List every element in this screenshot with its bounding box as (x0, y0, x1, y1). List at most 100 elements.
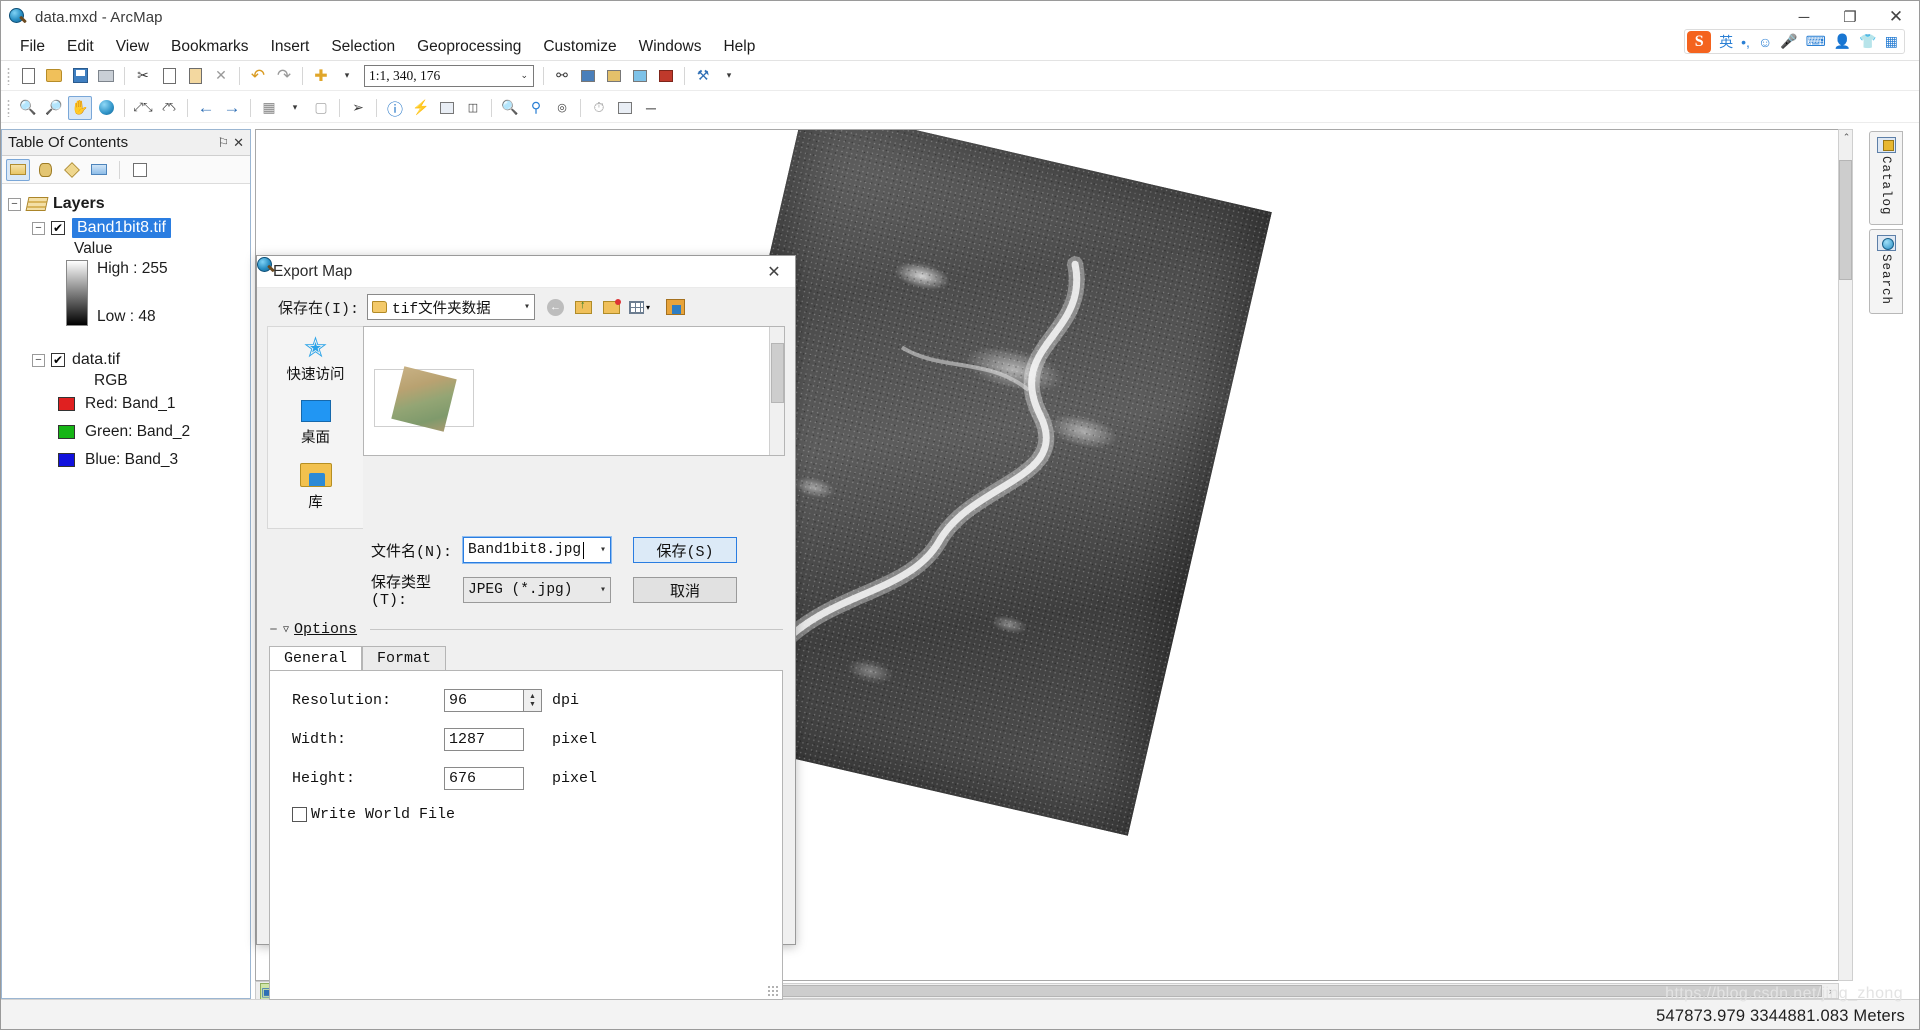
list-by-drawing-order-icon[interactable] (6, 159, 30, 181)
menu-view[interactable]: View (105, 35, 160, 59)
save-in-combo[interactable]: tif文件夹数据 ▾ (367, 294, 535, 320)
resolution-stepper[interactable]: ▲▼ (524, 689, 542, 712)
toolbar-overflow-icon[interactable]: ─ (639, 96, 663, 120)
hyperlink-icon[interactable]: ⚡ (409, 96, 433, 120)
pin-icon[interactable]: ⚐ (217, 135, 229, 151)
go-next-extent-icon[interactable]: → (220, 96, 244, 120)
menu-selection[interactable]: Selection (320, 35, 406, 59)
zoom-out-icon[interactable]: 🔎 (42, 96, 66, 120)
search-window-icon[interactable] (628, 64, 652, 88)
menu-windows[interactable]: Windows (628, 35, 713, 59)
ime-user-icon[interactable]: 👤 (1834, 33, 1851, 50)
time-slider-icon[interactable]: ⏱ (587, 96, 611, 120)
new-map-icon[interactable] (16, 64, 40, 88)
arctoolbox-icon[interactable] (654, 64, 678, 88)
paste-icon[interactable] (183, 64, 207, 88)
close-icon[interactable]: ✕ (233, 135, 244, 151)
dock-tab-catalog[interactable]: Catalog (1869, 131, 1903, 225)
place-quick-access[interactable]: ✭ 快速访问 (268, 337, 363, 384)
up-one-level-icon[interactable] (573, 298, 594, 317)
html-popup-icon[interactable] (435, 96, 459, 120)
ime-toolbox-icon[interactable]: ▦ (1885, 33, 1898, 50)
ime-microphone-icon[interactable]: 🎤 (1780, 33, 1797, 50)
toolbar-grip[interactable] (7, 99, 10, 117)
fixed-zoom-in-icon[interactable]: ⤢⤡ (131, 96, 155, 120)
ime-skin-icon[interactable]: 👕 (1859, 33, 1876, 50)
menu-file[interactable]: File (9, 35, 56, 59)
python-window-icon[interactable]: ⚒ (691, 64, 715, 88)
options-header[interactable]: – ▽ Options (269, 621, 783, 638)
menu-geoprocessing[interactable]: Geoprocessing (406, 35, 532, 59)
map-vertical-scrollbar[interactable]: ⌃ (1838, 129, 1853, 981)
clear-selected-features-icon[interactable]: ▢ (309, 96, 333, 120)
layer-visibility-checkbox[interactable]: ✔ (51, 353, 65, 367)
ime-toolbar[interactable]: S 英 •, ☺ 🎤 ⌨ 👤 👕 ▦ (1684, 29, 1905, 54)
dialog-resize-grip[interactable] (767, 985, 779, 997)
create-new-folder-icon[interactable] (601, 298, 622, 317)
model-builder-dropdown-icon[interactable]: ▾ (717, 64, 741, 88)
select-features-icon[interactable]: ▦ (257, 96, 281, 120)
sogou-logo-icon[interactable]: S (1687, 31, 1711, 53)
save-button[interactable]: 保存(S) (633, 537, 737, 563)
scroll-thumb[interactable] (771, 343, 784, 403)
fixed-zoom-out-icon[interactable]: ⤤⤣ (157, 96, 181, 120)
back-icon[interactable]: ← (545, 298, 566, 317)
cut-icon[interactable]: ✂ (131, 64, 155, 88)
redo-icon[interactable]: ↷ (272, 64, 296, 88)
filename-input[interactable]: Band1bit8.jpg ▾ (463, 537, 611, 563)
layer-visibility-checkbox[interactable]: ✔ (51, 221, 65, 235)
file-list-scrollbar[interactable] (769, 327, 784, 455)
expander-icon[interactable]: − (32, 222, 45, 235)
toc-options-icon[interactable] (128, 159, 152, 181)
place-libraries[interactable]: 库 (268, 463, 363, 512)
ime-language-icon[interactable]: 英 (1719, 32, 1733, 52)
save-map-icon[interactable] (68, 64, 92, 88)
resolution-input[interactable]: 96 (444, 689, 524, 712)
toc-root-layers[interactable]: − Layers (2, 192, 250, 216)
ime-keyboard-icon[interactable]: ⌨ (1806, 33, 1826, 50)
place-desktop[interactable]: 桌面 (268, 400, 363, 447)
expander-icon[interactable]: − (32, 354, 45, 367)
ime-emoji-icon[interactable]: ☺ (1758, 34, 1772, 50)
pan-icon[interactable]: ✋ (68, 96, 92, 120)
scroll-thumb[interactable] (1839, 160, 1852, 280)
write-world-file-row[interactable]: Write World File (292, 806, 782, 823)
toc-layer-data-tif[interactable]: − ✔ data.tif (2, 348, 250, 372)
find-icon[interactable]: 🔍 (498, 96, 522, 120)
expander-icon[interactable]: − (8, 198, 21, 211)
list-by-selection-icon[interactable] (87, 159, 111, 181)
chevron-down-icon[interactable]: ▾ (592, 544, 606, 556)
file-list[interactable] (363, 326, 785, 456)
file-thumbnail[interactable] (374, 369, 474, 427)
tab-general[interactable]: General (269, 646, 362, 670)
width-input[interactable]: 1287 (444, 728, 524, 751)
add-data-icon[interactable]: ✚ (309, 64, 333, 88)
list-by-visibility-icon[interactable] (60, 159, 84, 181)
ime-punctuation-icon[interactable]: •, (1741, 34, 1750, 50)
create-viewer-window-icon[interactable] (613, 96, 637, 120)
views-icon[interactable]: ▾ (629, 298, 650, 317)
find-route-icon[interactable]: ⚲ (524, 96, 548, 120)
tab-format[interactable]: Format (362, 646, 446, 670)
chevron-down-icon[interactable]: ⌄ (520, 70, 528, 81)
height-input[interactable]: 676 (444, 767, 524, 790)
chevron-down-icon[interactable]: ▾ (516, 301, 530, 313)
delete-icon[interactable]: ✕ (209, 64, 233, 88)
editor-toolbar-icon[interactable]: ⚯ (550, 64, 574, 88)
write-world-file-checkbox[interactable] (292, 807, 307, 822)
menu-customize[interactable]: Customize (532, 35, 627, 59)
catalog-window-icon[interactable] (602, 64, 626, 88)
full-extent-icon[interactable] (94, 96, 118, 120)
dialog-close-button[interactable]: ✕ (753, 256, 795, 288)
toc-layer-band1bit8[interactable]: − ✔ Band1bit8.tif (2, 216, 250, 240)
measure-icon[interactable]: ◫ (461, 96, 485, 120)
go-back-extent-icon[interactable]: ← (194, 96, 218, 120)
home-icon[interactable] (665, 298, 686, 317)
select-dropdown-icon[interactable]: ▾ (283, 96, 307, 120)
menu-help[interactable]: Help (712, 35, 766, 59)
menu-bookmarks[interactable]: Bookmarks (160, 35, 260, 59)
zoom-in-icon[interactable]: 🔍 (16, 96, 40, 120)
menu-edit[interactable]: Edit (56, 35, 105, 59)
chevron-down-icon[interactable]: ▾ (592, 584, 606, 596)
chevron-down-icon[interactable]: ▽ (283, 624, 289, 636)
